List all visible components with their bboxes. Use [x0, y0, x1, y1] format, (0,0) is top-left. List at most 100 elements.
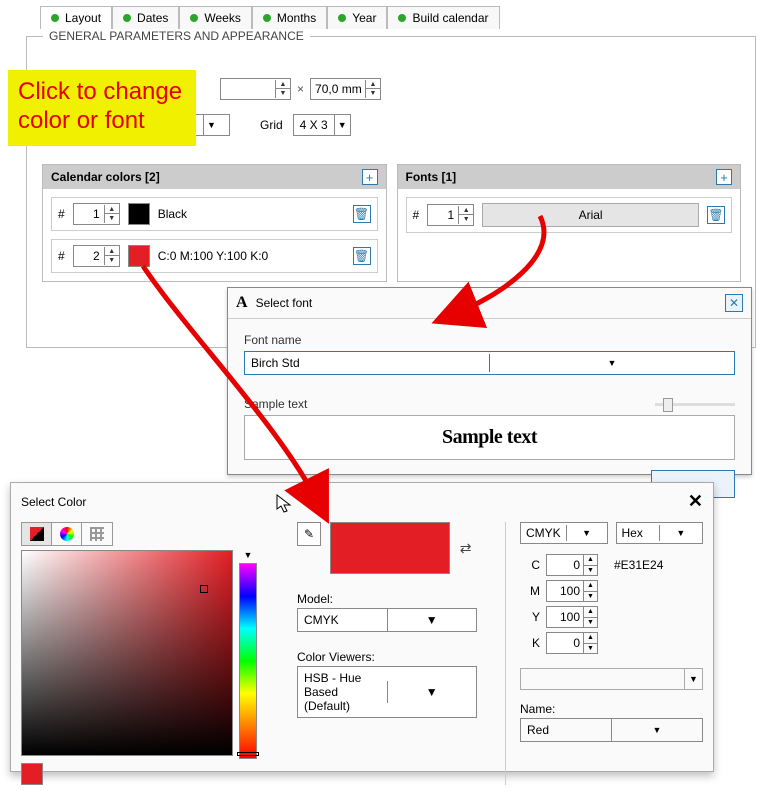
preview-swatch: [330, 522, 450, 574]
saturation-value-picker[interactable]: [21, 550, 233, 756]
colormode-left-select[interactable]: CMYK▼: [520, 522, 608, 544]
spin-up-icon[interactable]: ▲: [366, 80, 380, 89]
y-field[interactable]: [547, 607, 583, 627]
chevron-down-icon: ▼: [684, 669, 702, 689]
spin-down-icon[interactable]: ▼: [459, 215, 473, 224]
picker-tab-swatch[interactable]: [22, 523, 52, 545]
spin-up-icon[interactable]: ▲: [584, 607, 597, 618]
color-swatch[interactable]: [128, 245, 150, 267]
c-field[interactable]: [547, 555, 583, 575]
grid-select[interactable]: 4 X 3▼: [293, 114, 351, 136]
swatch-icon: [30, 527, 44, 541]
k-label: K: [520, 636, 540, 650]
dot-icon: [398, 14, 406, 22]
picker-tab-wheel[interactable]: [52, 523, 82, 545]
index-spinner[interactable]: ▲▼: [427, 204, 474, 226]
color-row: # ▲▼ C:0 M:100 Y:100 K:0 🗑: [51, 239, 378, 273]
tab-weeks[interactable]: Weeks: [179, 6, 251, 29]
trash-icon: 🗑: [708, 208, 723, 222]
chevron-down-icon: ▼: [659, 525, 702, 541]
colormode-right-select[interactable]: Hex▼: [616, 522, 704, 544]
model-label: Model:: [297, 592, 489, 606]
mouse-cursor-icon: [276, 494, 294, 519]
y-label: Y: [520, 610, 540, 624]
delete-button[interactable]: 🗑: [707, 206, 725, 224]
delete-button[interactable]: 🗑: [353, 247, 371, 265]
hash-label: #: [58, 207, 65, 221]
spin-down-icon[interactable]: ▼: [366, 89, 380, 98]
viewer-select[interactable]: HSB - Hue Based (Default)▼: [297, 666, 477, 718]
spin-up-icon[interactable]: ▲: [105, 205, 119, 214]
index-input[interactable]: [74, 204, 104, 224]
tab-year[interactable]: Year: [327, 6, 387, 29]
delete-button[interactable]: 🗑: [353, 205, 371, 223]
spin-down-icon[interactable]: ▼: [584, 566, 597, 576]
hash-label: #: [58, 249, 65, 263]
width-input[interactable]: [221, 79, 275, 99]
y-input[interactable]: ▲▼: [546, 606, 598, 628]
chevron-down-icon: ▼: [611, 719, 702, 741]
dot-icon: [338, 14, 346, 22]
spin-up-icon[interactable]: ▲: [459, 206, 473, 215]
spot-color-select[interactable]: ▼: [520, 668, 703, 690]
add-color-button[interactable]: +: [362, 169, 378, 185]
height-spinner[interactable]: ▲▼: [310, 78, 381, 100]
spin-up-icon[interactable]: ▲: [276, 80, 290, 89]
select-value: CMYK: [521, 523, 566, 543]
index-spinner[interactable]: ▲▼: [73, 203, 120, 225]
spin-down-icon[interactable]: ▼: [105, 214, 119, 223]
index-spinner[interactable]: ▲▼: [73, 245, 120, 267]
hue-slider[interactable]: [239, 563, 257, 759]
spin-down-icon[interactable]: ▼: [276, 89, 290, 98]
index-input[interactable]: [74, 246, 104, 266]
panel-title: Calendar colors [2]: [51, 170, 160, 184]
spin-up-icon[interactable]: ▲: [105, 247, 119, 256]
spin-down-icon[interactable]: ▼: [584, 618, 597, 628]
swap-button[interactable]: ⇄: [460, 540, 472, 557]
k-field[interactable]: [547, 633, 583, 653]
hue-thumb[interactable]: [237, 752, 259, 756]
color-swatch[interactable]: [128, 203, 150, 225]
c-input[interactable]: ▲▼: [546, 554, 598, 576]
model-value: CMYK: [298, 609, 387, 631]
font-name-select[interactable]: Birch Std ▼: [244, 351, 735, 375]
viewer-value: HSB - Hue Based (Default): [298, 667, 387, 717]
calendar-colors-panel: Calendar colors [2] + # ▲▼ Black 🗑 # ▲▼ …: [42, 164, 387, 282]
tab-layout[interactable]: Layout: [40, 6, 112, 29]
model-select[interactable]: CMYK▼: [297, 608, 477, 632]
close-button[interactable]: ✕: [688, 491, 703, 512]
index-input[interactable]: [428, 205, 458, 225]
k-input[interactable]: ▲▼: [546, 632, 598, 654]
spin-down-icon[interactable]: ▼: [105, 256, 119, 265]
m-field[interactable]: [547, 581, 583, 601]
size-slider[interactable]: [655, 397, 735, 411]
sv-cursor[interactable]: [200, 585, 208, 593]
slider-thumb[interactable]: [663, 398, 673, 412]
chevron-down-icon: ▼: [387, 609, 477, 631]
tab-label: Build calendar: [412, 11, 488, 25]
add-font-button[interactable]: +: [716, 169, 732, 185]
tab-months[interactable]: Months: [252, 6, 327, 29]
picker-tab-palette[interactable]: [82, 523, 112, 545]
spin-up-icon[interactable]: ▲: [584, 633, 597, 644]
fonts-panel: Fonts [1] + # ▲▼ Arial 🗑: [397, 164, 742, 282]
width-spinner[interactable]: ▲▼: [220, 78, 291, 100]
dot-icon: [51, 14, 59, 22]
color-name-select[interactable]: Red▼: [520, 718, 703, 742]
tab-dates[interactable]: Dates: [112, 6, 179, 29]
tab-build[interactable]: Build calendar: [387, 6, 499, 29]
font-button[interactable]: Arial: [482, 203, 699, 227]
height-input[interactable]: [311, 79, 365, 99]
eyedropper-button[interactable]: ✎: [297, 522, 321, 546]
m-input[interactable]: ▲▼: [546, 580, 598, 602]
chevron-down-icon: ▼: [387, 681, 477, 703]
spin-down-icon[interactable]: ▼: [584, 644, 597, 654]
close-button[interactable]: ✕: [725, 294, 743, 312]
spin-down-icon[interactable]: ▼: [584, 592, 597, 602]
spin-up-icon[interactable]: ▲: [584, 555, 597, 566]
color-wheel-icon: [60, 527, 74, 541]
spin-up-icon[interactable]: ▲: [584, 581, 597, 592]
current-color-swatch: [21, 763, 43, 785]
dot-icon: [190, 14, 198, 22]
chevron-down-icon: ▼: [334, 115, 350, 135]
